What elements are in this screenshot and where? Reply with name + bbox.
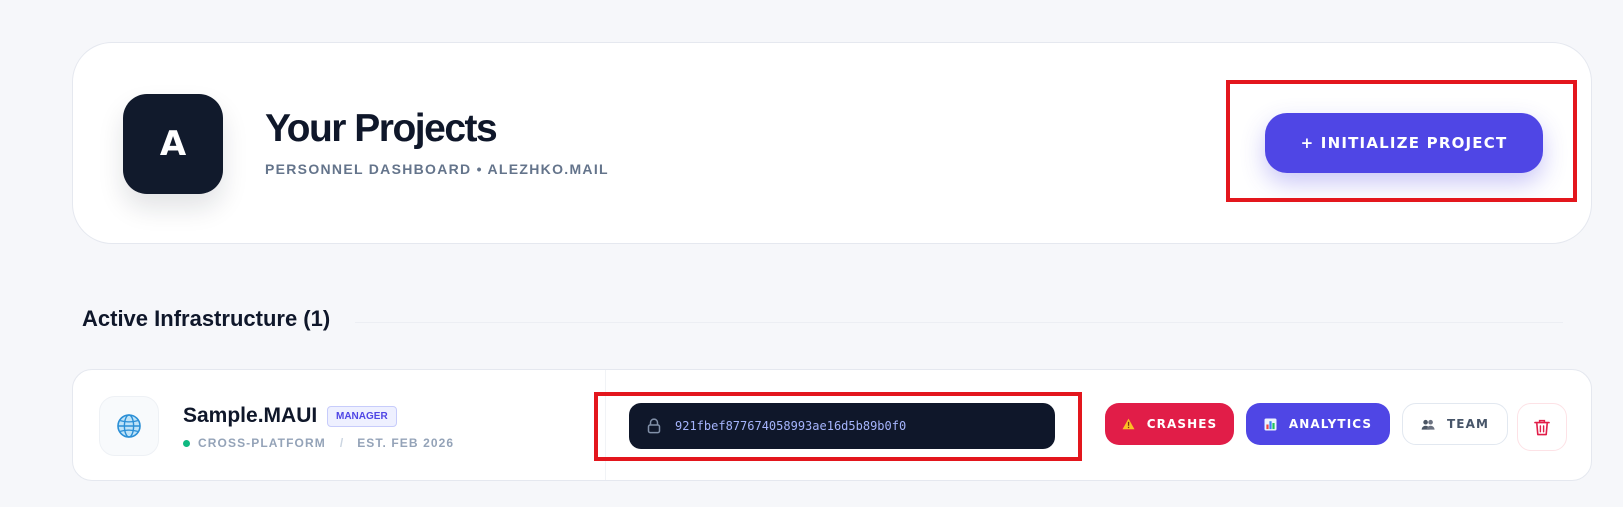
initialize-project-button[interactable]: + INITIALIZE PROJECT — [1265, 113, 1543, 173]
project-name: Sample.MAUI — [183, 404, 318, 427]
avatar-initial: A — [159, 124, 187, 164]
lock-icon — [647, 418, 661, 434]
team-button[interactable]: TEAM — [1402, 403, 1508, 445]
people-icon — [1421, 419, 1435, 430]
warning-icon — [1122, 418, 1135, 430]
api-key-field[interactable]: 921fbef877674058993ae16d5b89b0f0 — [629, 403, 1055, 449]
role-badge: MANAGER — [327, 406, 397, 427]
avatar: A — [123, 94, 223, 194]
analytics-button[interactable]: ANALYTICS — [1246, 403, 1390, 445]
established-date: EST. FEB 2026 — [357, 436, 455, 450]
analytics-label: ANALYTICS — [1288, 417, 1373, 431]
section-divider — [355, 322, 1563, 323]
globe-icon — [116, 413, 142, 439]
status-dot — [183, 439, 190, 447]
section-title: Active Infrastructure (1) — [82, 306, 331, 331]
meta-separator: / — [339, 436, 344, 450]
page-subtitle: PERSONNEL DASHBOARD • ALEZHKO.MAIL — [265, 161, 609, 177]
crashes-label: CRASHES — [1146, 417, 1218, 431]
trash-icon — [1534, 419, 1550, 436]
project-meta: CROSS-PLATFORM / EST. FEB 2026 — [183, 436, 454, 450]
platform-label: CROSS-PLATFORM — [198, 436, 326, 450]
header-card: A Your Projects PERSONNEL DASHBOARD • AL… — [72, 42, 1592, 244]
team-label: TEAM — [1446, 417, 1489, 431]
delete-button[interactable] — [1517, 403, 1567, 451]
page-title: Your Projects — [265, 107, 498, 150]
column-divider — [605, 370, 606, 480]
bar-chart-icon — [1264, 418, 1277, 431]
crashes-button[interactable]: CRASHES — [1105, 403, 1234, 445]
api-key-value: 921fbef877674058993ae16d5b89b0f0 — [675, 419, 907, 433]
project-card: Sample.MAUI MANAGER CROSS-PLATFORM / EST… — [72, 369, 1592, 481]
project-icon-tile — [99, 396, 159, 456]
